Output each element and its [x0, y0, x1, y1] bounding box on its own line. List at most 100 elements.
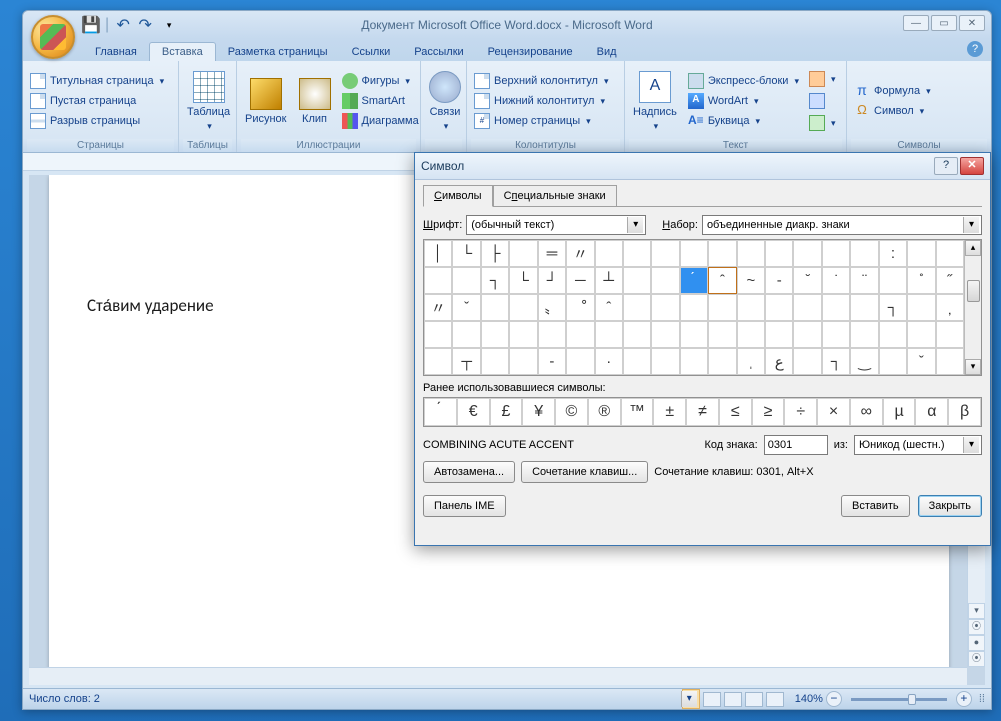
recent-symbol-cell[interactable]: €	[457, 398, 490, 426]
symbol-cell[interactable]	[907, 294, 935, 321]
symbol-cell[interactable]: ─	[566, 267, 594, 294]
symbol-cell[interactable]	[680, 348, 708, 375]
minimize-button[interactable]: —	[903, 15, 929, 31]
symbol-cell[interactable]	[822, 321, 850, 348]
signature-line-icon[interactable]: ▾	[806, 70, 839, 88]
recent-symbol-cell[interactable]: ∞	[850, 398, 883, 426]
symbol-cell[interactable]	[708, 348, 736, 375]
help-icon[interactable]: ?	[967, 41, 983, 57]
symbol-cell[interactable]	[708, 321, 736, 348]
symbol-cell[interactable]: ~	[737, 267, 765, 294]
outline-view-icon[interactable]	[745, 692, 763, 707]
tab-special-chars[interactable]: Специальные знаки	[493, 185, 617, 207]
equation-button[interactable]: πФормула▾	[851, 82, 934, 100]
zoom-slider[interactable]	[851, 698, 947, 701]
symbol-cell[interactable]: ̊	[907, 267, 935, 294]
symbol-cell[interactable]	[509, 321, 537, 348]
symbol-cell[interactable]: └	[509, 267, 537, 294]
tab-mailings[interactable]: Рассылки	[402, 43, 475, 61]
print-layout-view-icon[interactable]	[682, 689, 700, 709]
symbol-cell[interactable]: ┐	[481, 267, 509, 294]
recent-symbol-cell[interactable]: ≤	[719, 398, 752, 426]
links-button[interactable]: Связи▾	[425, 63, 465, 139]
symbol-cell[interactable]	[538, 321, 566, 348]
symbol-cell[interactable]	[793, 294, 821, 321]
quick-parts-button[interactable]: Экспресс-блоки▾	[685, 72, 802, 90]
redo-icon[interactable]: ↷	[137, 17, 153, 33]
recent-symbol-cell[interactable]: α	[915, 398, 948, 426]
dialog-titlebar[interactable]: Символ ? ✕	[415, 153, 990, 180]
symbol-cell[interactable]	[595, 240, 623, 267]
symbol-cell[interactable]: ̦	[936, 294, 964, 321]
symbol-cell[interactable]: ┐	[879, 294, 907, 321]
symbol-cell[interactable]	[680, 294, 708, 321]
symbol-cell[interactable]	[424, 267, 452, 294]
symbol-cell[interactable]	[509, 348, 537, 375]
drop-cap-button[interactable]: A≡Буквица▾	[685, 112, 802, 130]
shapes-button[interactable]: Фигуры▾	[339, 72, 422, 90]
symbol-cell[interactable]	[509, 240, 537, 267]
symbol-cell[interactable]: ع	[765, 348, 793, 375]
grid-scrollbar[interactable]: ▴ ▾	[964, 240, 981, 375]
font-dropdown[interactable]: (обычный текст)	[466, 215, 646, 235]
zoom-in-button[interactable]: +	[956, 691, 972, 707]
symbol-cell[interactable]: ˇ	[452, 294, 480, 321]
ime-panel-button[interactable]: Панель IME	[423, 495, 506, 517]
symbol-cell[interactable]	[793, 240, 821, 267]
symbol-cell[interactable]: ˌ	[737, 348, 765, 375]
symbol-cell[interactable]: :	[879, 240, 907, 267]
draft-view-icon[interactable]	[766, 692, 784, 707]
symbol-cell[interactable]: ̈	[850, 267, 878, 294]
code-input[interactable]	[764, 435, 828, 455]
symbol-cell[interactable]	[822, 294, 850, 321]
symbol-cell[interactable]	[680, 240, 708, 267]
page-number-button[interactable]: #Номер страницы▾	[471, 112, 611, 130]
table-button[interactable]: Таблица▾	[183, 63, 234, 139]
horizontal-scrollbar[interactable]	[29, 667, 967, 685]
symbol-cell[interactable]	[481, 294, 509, 321]
symbol-cell[interactable]	[822, 240, 850, 267]
recent-symbol-cell[interactable]: ≠	[686, 398, 719, 426]
maximize-button[interactable]: ▭	[931, 15, 957, 31]
footer-button[interactable]: Нижний колонтитул▾	[471, 92, 611, 110]
picture-button[interactable]: Рисунок	[241, 63, 291, 139]
symbol-cell[interactable]: ┘	[538, 267, 566, 294]
recent-symbol-cell[interactable]: ≥	[752, 398, 785, 426]
shortcut-key-button[interactable]: Сочетание клавиш...	[521, 461, 648, 483]
symbol-cell[interactable]	[424, 348, 452, 375]
symbol-cell[interactable]: 〃	[424, 294, 452, 321]
symbol-cell[interactable]	[481, 348, 509, 375]
zoom-level[interactable]: 140%	[795, 693, 823, 705]
symbol-cell[interactable]: 〟	[538, 294, 566, 321]
recent-symbol-cell[interactable]: ¥	[522, 398, 555, 426]
symbol-cell[interactable]	[651, 294, 679, 321]
symbol-cell[interactable]: ├	[481, 240, 509, 267]
recent-symbol-cell[interactable]: ×	[817, 398, 850, 426]
symbol-cell[interactable]: │	[424, 240, 452, 267]
symbol-cell[interactable]: ┬	[452, 348, 480, 375]
symbol-cell[interactable]: ┴	[595, 267, 623, 294]
symbol-cell[interactable]	[793, 348, 821, 375]
recent-symbol-cell[interactable]: ±	[653, 398, 686, 426]
tab-layout[interactable]: Разметка страницы	[216, 43, 340, 61]
recent-symbol-cell[interactable]: µ	[883, 398, 916, 426]
symbol-cell[interactable]	[879, 321, 907, 348]
symbol-cell[interactable]: ̇	[822, 267, 850, 294]
from-dropdown[interactable]: Юникод (шестн.)	[854, 435, 982, 455]
symbol-cell[interactable]	[879, 348, 907, 375]
symbol-cell[interactable]	[765, 240, 793, 267]
symbol-cell[interactable]: ̂	[708, 267, 736, 294]
tab-symbols[interactable]: Символы	[423, 185, 493, 207]
symbol-cell[interactable]: ̋	[936, 267, 964, 294]
symbol-cell[interactable]: ‿	[850, 348, 878, 375]
symbol-cell[interactable]	[936, 321, 964, 348]
symbol-cell[interactable]	[566, 321, 594, 348]
symbol-cell[interactable]	[651, 267, 679, 294]
symbol-cell[interactable]: -	[538, 348, 566, 375]
chart-button[interactable]: Диаграмма	[339, 112, 422, 130]
web-layout-icon[interactable]	[724, 692, 742, 707]
recent-symbol-cell[interactable]: ™	[621, 398, 654, 426]
textbox-button[interactable]: AНадпись▾	[629, 63, 681, 139]
word-count[interactable]: Число слов: 2	[29, 693, 100, 705]
dialog-close-button[interactable]: ✕	[960, 157, 984, 175]
